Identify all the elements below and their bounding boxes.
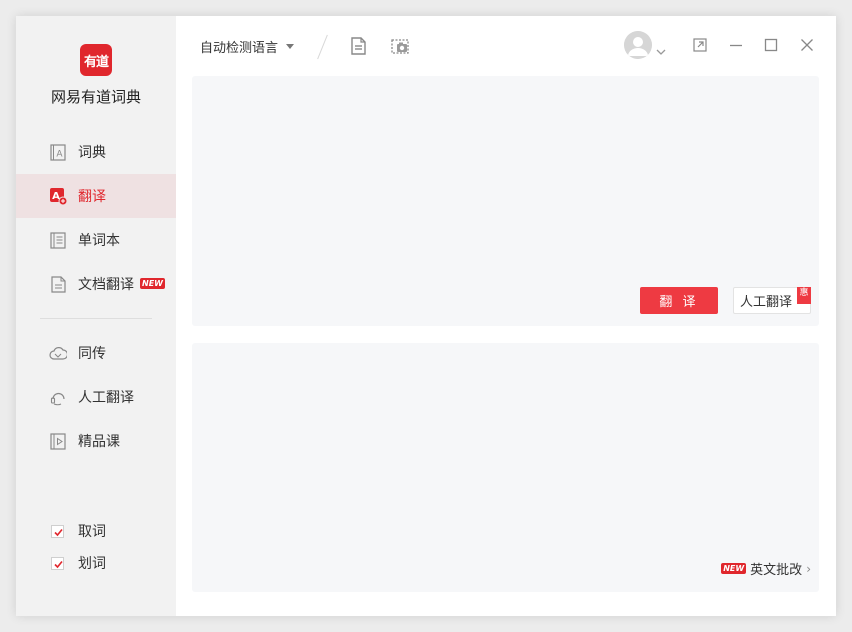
close-icon[interactable]	[799, 37, 815, 53]
caret-down-icon	[286, 44, 295, 49]
sidebar-divider	[40, 318, 152, 319]
wordbook-icon	[49, 231, 67, 249]
sidebar-item-label: 同传	[78, 346, 106, 362]
chevron-right-icon: ›	[806, 561, 811, 576]
human-translate-button[interactable]: 人工翻译 惠	[733, 287, 811, 314]
youdao-logo: 有道	[80, 44, 112, 76]
sidebar-item-interpretation[interactable]: 同传	[16, 331, 176, 375]
screenshot-translate-icon[interactable]	[390, 36, 410, 56]
app-window: 有道 网易有道词典 A 词典 A 翻译 单词本 文档翻译 NEW 同传 人工翻译…	[16, 16, 836, 616]
maximize-icon[interactable]	[763, 37, 779, 53]
result-panel: NEW 英文批改 ›	[192, 343, 819, 592]
checkbox[interactable]	[51, 524, 64, 538]
sidebar-item-translate[interactable]: A 翻译	[16, 174, 176, 218]
sidebar-item-label: 精品课	[78, 434, 120, 450]
human-translate-label: 人工翻译	[740, 295, 793, 310]
essay-correction-link[interactable]: NEW 英文批改 ›	[721, 559, 811, 578]
language-select[interactable]: 自动检测语言	[200, 37, 295, 56]
sidebar-item-human-translate[interactable]: 人工翻译	[16, 375, 176, 419]
svg-text:A: A	[56, 149, 63, 159]
sidebar-item-label: 词典	[78, 145, 106, 161]
language-select-value: 自动检测语言	[200, 41, 279, 56]
sidebar-item-label: 人工翻译	[78, 390, 134, 406]
sidebar-item-doc-translate[interactable]: 文档翻译 NEW	[16, 262, 176, 306]
sidebar-item-dictionary[interactable]: A 词典	[16, 130, 176, 174]
word-capture-toggle[interactable]: 取词	[51, 521, 106, 541]
selection-translate-toggle[interactable]: 划词	[51, 553, 106, 573]
user-avatar[interactable]	[624, 31, 652, 59]
sidebar-item-label: 翻译	[78, 189, 106, 205]
new-badge: NEW	[140, 278, 165, 289]
sidebar-item-label: 单词本	[78, 233, 120, 249]
sidebar-item-wordbook[interactable]: 单词本	[16, 218, 176, 262]
checkbox[interactable]	[51, 556, 64, 570]
translate-icon: A	[49, 187, 67, 205]
headset-icon	[49, 388, 67, 406]
minimize-icon[interactable]	[728, 37, 744, 53]
dictionary-icon: A	[49, 143, 67, 161]
course-play-icon	[49, 432, 67, 450]
document-icon	[49, 275, 67, 293]
checkbox-label: 划词	[78, 556, 106, 572]
sidebar-item-label: 文档翻译	[78, 277, 134, 293]
interpretation-icon	[49, 344, 67, 362]
chevron-down-icon[interactable]	[656, 41, 666, 55]
discount-tag: 惠	[797, 287, 811, 304]
source-text-panel[interactable]: 翻 译 人工翻译 惠	[192, 76, 819, 326]
mini-mode-icon[interactable]	[692, 37, 708, 53]
sidebar-item-courses[interactable]: 精品课	[16, 419, 176, 463]
document-upload-icon[interactable]	[349, 36, 369, 56]
toolbar-separator	[317, 34, 328, 60]
sidebar: 有道 网易有道词典 A 词典 A 翻译 单词本 文档翻译 NEW 同传 人工翻译…	[16, 16, 176, 616]
new-badge: NEW	[721, 563, 747, 574]
translate-button[interactable]: 翻 译	[640, 287, 718, 314]
top-toolbar: 自动检测语言	[176, 16, 836, 76]
essay-correction-label: 英文批改	[750, 563, 803, 578]
app-name: 网易有道词典	[50, 88, 141, 106]
checkbox-label: 取词	[78, 524, 106, 540]
